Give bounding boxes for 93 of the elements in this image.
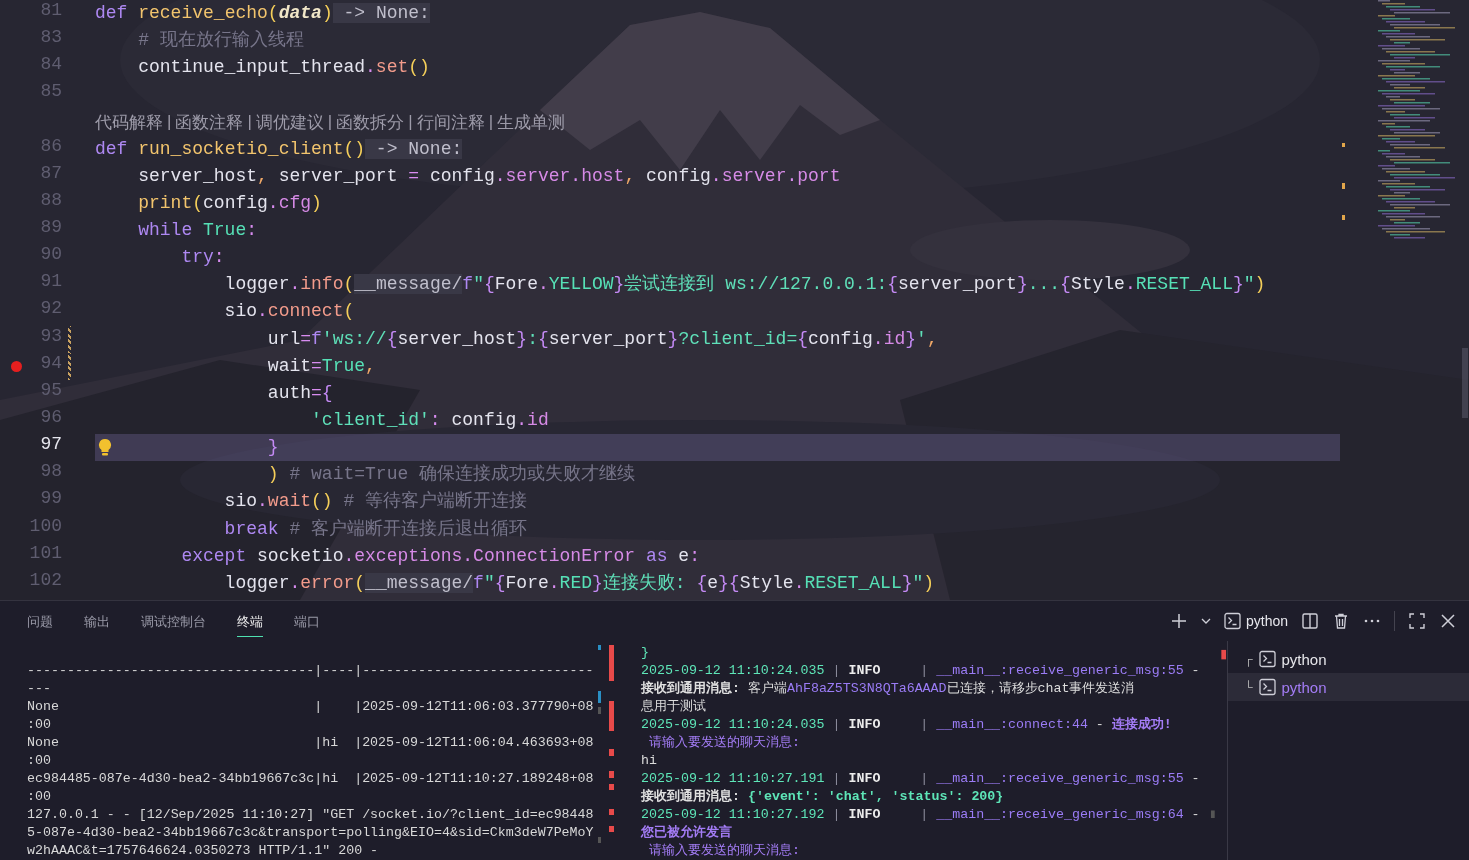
separator: | [408,112,413,133]
line-number: 94 [40,352,62,373]
code-line: logger.info(__message/f"{Fore.YELLOW}尝试连接到 ws://127.0.0.1:{server_port}...{Style.RESET_ALL}") [223,273,1267,297]
line-number: 91 [40,271,62,292]
line-number: 101 [29,542,62,563]
lightbulb-icon[interactable] [98,438,112,458]
terminal-line: 接收到通用消息: 客户端AhF8aZ5TS3N8QTa6AAAD已连接，请移步chat事件发送消 [641,680,1136,698]
code-line: break # 客户端断开连接后退出循环 [223,517,529,541]
line-number: 81 [40,0,62,20]
code-line: continue_input_thread.set() [137,56,431,80]
terminal-line: ec984485-087e-4d30-bea2-34bb19667c3c|hi |2025-09-12T11:10:27.189248+08 [27,770,595,788]
codelens-link[interactable]: 函数拆分 [336,110,405,134]
terminal-icon [1258,678,1276,696]
code-line: logger.error(__message/f"{Fore.RED}连接失败: {e}{Style.RESET_ALL}") [223,571,936,595]
close-icon[interactable] [1439,612,1457,630]
panel-tab[interactable]: 问题 [27,605,53,637]
line-number: 100 [29,515,62,536]
codelens-link[interactable]: 行间注释 [416,110,485,134]
terminal-line: :00 [27,716,52,734]
line-number: 92 [40,298,62,319]
plus-icon[interactable] [1169,612,1188,630]
code-line: # 现在放行输入线程 [137,29,305,53]
terminal-line: 127.0.0.1 - - [12/Sep/2025 11:10:27] "GET /socket.io/?client_id=ec98448 [27,806,595,824]
terminal-line: 2025-09-12 11:10:24.035 | INFO | __main__:receive_generic_msg:55 - [641,662,1201,680]
profile-button[interactable]: python [1223,612,1288,630]
terminal-line: :00 [27,752,52,770]
panel-tab[interactable]: 输出 [84,605,110,637]
terminal-line: 5-087e-4d30-bea2-34bb19667c3c&transport=polling&EIO=4&sid=Ckm3deW7PeMoY [27,824,595,842]
code-line: sio.connect( [223,300,356,324]
code-line: def receive_echo(data) -> None: [95,2,431,25]
separator: | [488,112,494,133]
code-line: url=f'ws://{server_host}:{server_port}?client_id={config.id}', [266,327,939,351]
terminal-line: :00 [27,788,52,806]
line-number: 99 [40,488,62,509]
code-line: 'client_id': config.id [310,408,550,432]
terminal-line: w2hAAAC&t=1757646624.0350273 HTTP/1.1" 200 - [27,842,380,860]
line-number: 90 [40,244,62,265]
terminal-session-item[interactable]: ┌ python [1228,645,1469,673]
line-number: 84 [40,54,62,75]
separator: | [327,112,333,133]
terminal-line: None | |2025-09-12T11:06:03.377790+08 [27,698,595,716]
terminal-line: None |hi |2025-09-12T11:06:04.463693+08 [27,734,595,752]
separator: | [167,112,172,133]
terminal-line: hi [641,752,658,770]
terminal-line: 请输入要发送的聊天消息: [647,842,801,860]
code-line: wait=True, [266,354,377,378]
terminal-line: 2025-09-12 11:10:27.191 | INFO | __main__:receive_generic_msg:55 - [641,770,1201,788]
split-icon[interactable] [1301,612,1319,630]
terminal-line: } [641,644,650,662]
line-number: 96 [40,406,62,427]
line-number: 87 [40,162,62,183]
terminal-line: 息用于测试 [641,698,707,716]
terminal-icon [1223,612,1241,630]
trash-icon[interactable] [1332,612,1350,630]
codelens-link[interactable]: 代码解释 [95,110,163,134]
panel-tab[interactable]: 端口 [294,605,320,637]
terminal-line: 接收到通用消息: {'event': 'chat', 'status': 200} [641,788,1005,806]
panel-tab[interactable]: 终端 [237,605,263,637]
line-number: 85 [40,81,62,102]
terminal-line: ------------------------------------|----|----------------------------- [27,662,595,680]
code-line: while True: [137,219,259,242]
line-number: 97 [40,434,62,455]
line-number: 98 [40,461,62,482]
code-line: print(config.cfg) [137,191,323,215]
breakpoint-icon[interactable] [11,361,22,373]
terminal-line: 您已被允许发言 [641,824,733,842]
terminal-line: 请输入要发送的聊天消息: [647,734,801,752]
line-number: 88 [40,189,62,210]
code-line: ) # wait=True 确保连接成功或失败才继续 [266,463,637,487]
panel-tab[interactable]: 调试控制台 [141,605,206,637]
code-line: server_host, server_port = config.server.host, config.server.port [137,164,842,188]
terminal-line: --- [27,680,52,698]
code-line: auth={ [266,381,334,405]
terminal-icon [1258,650,1276,668]
code-line: def run_socketio_client() -> None: [95,137,464,161]
line-number: 95 [40,379,62,400]
terminal-line: 2025-09-12 11:10:27.192 | INFO | __main__:receive_generic_msg:64 - [641,806,1201,824]
line-number: 93 [40,325,62,346]
separator: | [247,112,252,133]
scrollbar[interactable] [1462,348,1468,418]
line-number: 83 [40,27,62,48]
line-number: 102 [29,569,62,590]
line-number: 89 [40,217,62,237]
maximize-icon[interactable] [1408,612,1426,630]
code-line: except socketio.exceptions.ConnectionError as e: [180,544,701,568]
codelens-link[interactable]: 生成单测 [497,110,566,134]
line-number: 86 [40,135,62,156]
terminal-line: 2025-09-12 11:10:24.035 | INFO | __main__:connect:44 - 连接成功! [641,716,1173,734]
code-line: try: [180,246,226,270]
codelens-link[interactable]: 函数注释 [175,110,244,134]
codelens-link[interactable]: 调优建议 [255,110,324,134]
terminal-session-item[interactable]: └ python [1228,673,1469,701]
code-line: sio.wait() # 等待客户端断开连接 [223,490,529,514]
